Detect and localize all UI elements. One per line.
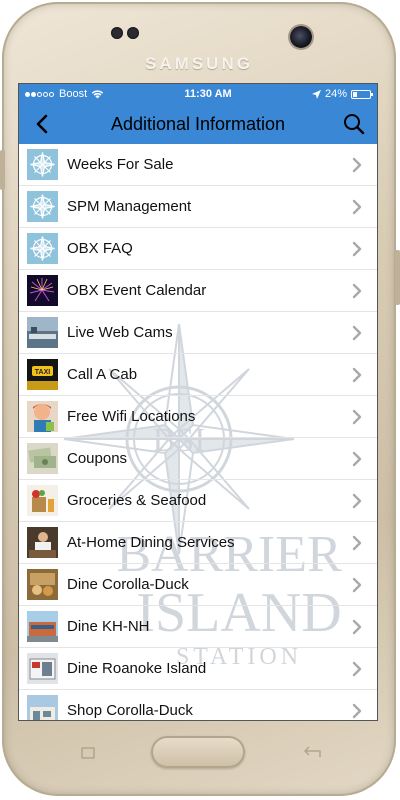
list-item[interactable]: Weeks For Sale (19, 144, 377, 186)
chevron-right-icon (349, 493, 365, 509)
android-back-button[interactable] (300, 746, 324, 760)
info-list: BSI BARRIER ISLAND STATION Weeks For Sal… (19, 144, 377, 720)
chevron-right-icon (349, 325, 365, 341)
list-item[interactable]: SPM Management (19, 186, 377, 228)
list-item[interactable]: Dine Roanoke Island (19, 648, 377, 690)
page-title: Additional Information (110, 113, 286, 134)
chevron-left-icon (36, 114, 48, 134)
battery-percent: 24% (324, 88, 347, 100)
chevron-right-icon (349, 577, 365, 593)
list-item-label: Free Wifi Locations (67, 408, 196, 425)
dine1-thumbnail (27, 569, 58, 600)
list-item[interactable]: Shop Corolla-Duck (19, 690, 377, 720)
list-item[interactable]: Dine KH-NH (19, 606, 377, 648)
list-item[interactable]: At-Home Dining Services (19, 522, 377, 564)
dine3-thumbnail (27, 653, 58, 684)
list-item-label: Live Web Cams (67, 324, 173, 341)
list-item[interactable]: Groceries & Seafood (19, 480, 377, 522)
proximity-sensor (111, 27, 123, 39)
search-button[interactable] (341, 111, 367, 137)
status-time: 11:30 AM (184, 88, 232, 100)
list-item-label: Coupons (67, 450, 128, 467)
list-item-label: Weeks For Sale (67, 156, 174, 173)
svg-text:TAXI: TAXI (35, 369, 50, 376)
list-item-label: OBX Event Calendar (67, 282, 207, 299)
chevron-right-icon (349, 661, 365, 677)
list-item-label: At-Home Dining Services (67, 534, 235, 551)
volume-button (0, 150, 5, 190)
chevron-right-icon (349, 409, 365, 425)
compass-thumbnail (27, 149, 58, 180)
list-item-label: Dine Roanoke Island (67, 660, 207, 677)
wifi-icon (91, 90, 104, 99)
recent-apps-button[interactable] (76, 746, 100, 760)
dine2-thumbnail (27, 611, 58, 642)
home-button[interactable] (151, 736, 245, 768)
dining-thumbnail (27, 527, 58, 558)
list-item[interactable]: OBX Event Calendar (19, 270, 377, 312)
list-item[interactable]: Live Web Cams (19, 312, 377, 354)
nav-bar: Additional Information (19, 104, 377, 144)
groceries-thumbnail (27, 485, 58, 516)
shop-thumbnail (27, 695, 58, 720)
fireworks-thumbnail (27, 275, 58, 306)
chevron-right-icon (349, 283, 365, 299)
list-item-label: Dine Corolla-Duck (67, 576, 189, 593)
status-bar: Boost 11:30 AM 24% (19, 84, 377, 104)
chevron-right-icon (349, 199, 365, 215)
carrier-name: Boost (59, 88, 88, 100)
chevron-right-icon (349, 451, 365, 467)
list-item[interactable]: TAXI Call A Cab (19, 354, 377, 396)
front-camera (290, 26, 312, 48)
signal-icon (25, 88, 55, 100)
compass-thumbnail (27, 191, 58, 222)
list-item[interactable]: Dine Corolla-Duck (19, 564, 377, 606)
compass-thumbnail (27, 233, 58, 264)
power-button (395, 250, 400, 305)
list-item[interactable]: OBX FAQ (19, 228, 377, 270)
chevron-right-icon (349, 619, 365, 635)
search-icon (344, 114, 365, 135)
list-item[interactable]: Coupons (19, 438, 377, 480)
location-arrow-icon (311, 89, 321, 99)
chevron-right-icon (349, 703, 365, 719)
list-item-label: Shop Corolla-Duck (67, 702, 193, 719)
list-item[interactable]: Free Wifi Locations (19, 396, 377, 438)
app-screen: Boost 11:30 AM 24% Additional Informatio… (19, 84, 377, 720)
list-item-label: Call A Cab (67, 366, 138, 383)
wifi-thumbnail (27, 401, 58, 432)
light-sensor (127, 27, 139, 39)
return-icon (303, 746, 321, 757)
battery-icon (351, 89, 373, 99)
chevron-right-icon (349, 367, 365, 383)
webcam-thumbnail (27, 317, 58, 348)
list-item-label: SPM Management (67, 198, 192, 215)
list-item-label: OBX FAQ (67, 240, 133, 257)
recent-apps-icon (81, 747, 95, 759)
list-item-label: Groceries & Seafood (67, 492, 207, 509)
brand-logo: SAMSUNG (145, 54, 253, 73)
back-button[interactable] (29, 111, 55, 137)
taxi-thumbnail: TAXI (27, 359, 58, 390)
chevron-right-icon (349, 157, 365, 173)
top-bezel: SAMSUNG (2, 2, 396, 86)
coupons-thumbnail (27, 443, 58, 474)
chevron-right-icon (349, 535, 365, 551)
chevron-right-icon (349, 241, 365, 257)
list-item-label: Dine KH-NH (67, 618, 150, 635)
